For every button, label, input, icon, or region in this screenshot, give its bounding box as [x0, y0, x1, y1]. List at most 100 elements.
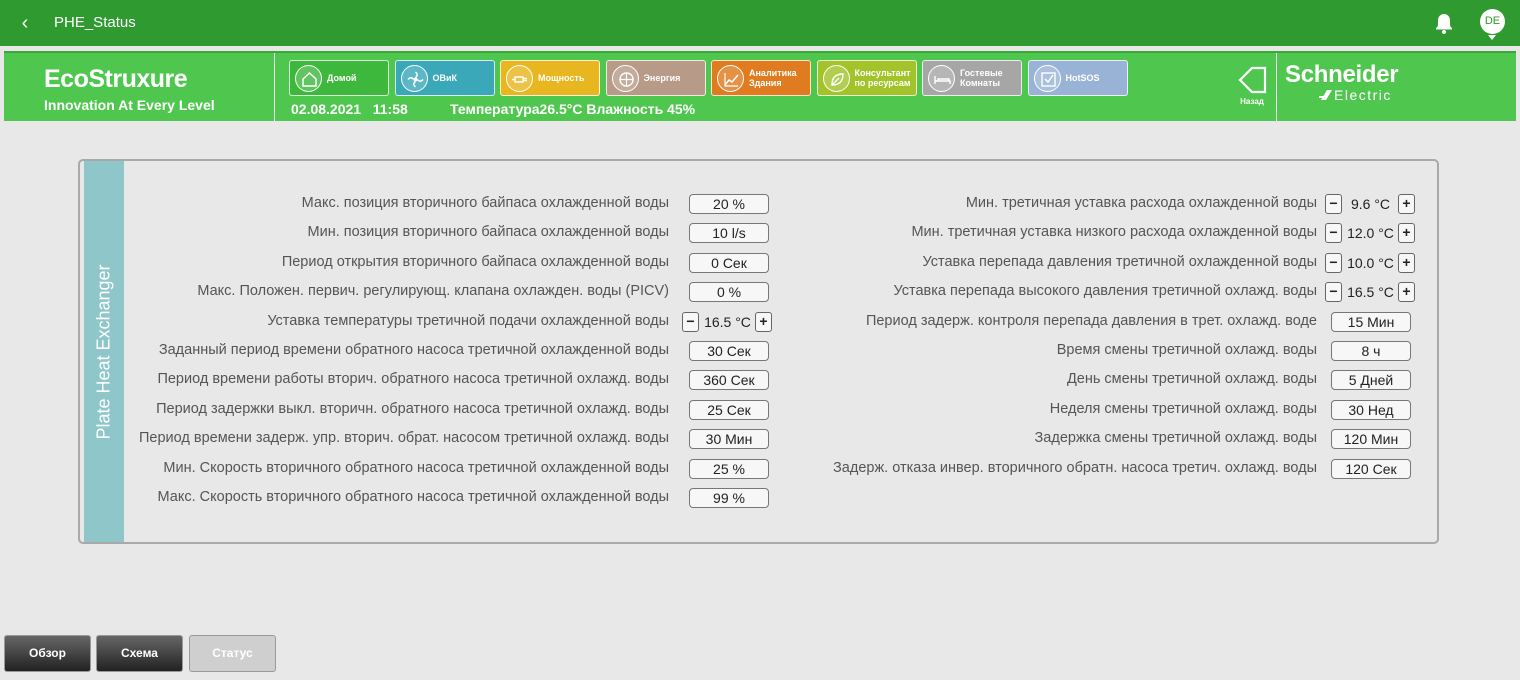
scheme-button[interactable]: Схема: [96, 635, 183, 672]
setpoint-value[interactable]: 16.5 °C: [1345, 282, 1396, 302]
parameter-label: Макс. Положен. первич. регулирующ. клапа…: [197, 283, 669, 300]
parameter-label: Заданный период времени обратного насоса…: [158, 342, 669, 358]
parameter-value[interactable]: 30 Мин: [689, 429, 769, 450]
parameter-value[interactable]: 120 Мин: [1331, 429, 1411, 450]
datetime: 02.08.2021 11:58: [291, 101, 408, 117]
chevron-down-icon[interactable]: [1488, 35, 1496, 40]
parameter-label: Макс. позиция вторичного байпаса охлажде…: [301, 195, 669, 211]
parameter-value[interactable]: 0 %: [689, 282, 769, 303]
status-button[interactable]: Статус: [189, 635, 276, 672]
avatar[interactable]: DE: [1480, 9, 1505, 34]
back-button[interactable]: Назад: [1232, 63, 1272, 109]
decrement-button[interactable]: −: [1325, 252, 1342, 273]
parameter-label: Макс. Скорость вторичного обратного насо…: [157, 489, 669, 505]
page-title: PHE_Status: [54, 14, 136, 31]
nav-tile-analytics[interactable]: Аналитика Здания: [711, 60, 811, 96]
parameter-value[interactable]: 15 Мин: [1331, 311, 1411, 332]
decrement-button[interactable]: −: [1325, 223, 1342, 244]
decrement-button[interactable]: −: [1325, 194, 1342, 214]
parameter-value[interactable]: 30 Сек: [689, 341, 769, 361]
setpoint-value[interactable]: 9.6 °C: [1345, 194, 1396, 214]
parameter-label: Неделя смены третичной охлажд. воды: [1049, 400, 1317, 417]
parameter-label: День смены третичной охлажд. воды: [1066, 371, 1317, 388]
increment-button[interactable]: +: [1398, 282, 1415, 303]
overview-button[interactable]: Обзор: [4, 635, 91, 672]
parameter-label: Период задерж. контроля перепада давлени…: [865, 312, 1317, 329]
increment-button[interactable]: +: [1398, 252, 1415, 273]
divider: [1276, 53, 1277, 121]
date-text: 02.08.2021: [291, 101, 362, 117]
setpoint-stepper: −16.5 °C +: [1325, 282, 1415, 303]
parameter-label: Период времени работы вторич. обратного …: [157, 371, 669, 388]
parameter-label: Задержка смены третичной охлажд. воды: [1034, 430, 1317, 447]
setpoint-value[interactable]: 10.0 °C: [1345, 253, 1396, 273]
parameter-value[interactable]: 10 l/s: [689, 223, 769, 244]
parameter-label: Мин. Скорость вторичного обратного насос…: [163, 459, 669, 476]
nav-tile-label: HotSOS: [1065, 73, 1100, 83]
parameter-value[interactable]: 8 ч: [1331, 341, 1411, 361]
nav-tile-fan[interactable]: ОВиК: [394, 60, 495, 96]
increment-button[interactable]: +: [755, 311, 772, 332]
nav-tile-label: Энергия: [643, 73, 681, 83]
parameter-value[interactable]: 0 Сек: [689, 252, 769, 273]
decrement-button[interactable]: −: [682, 311, 699, 332]
parameter-value[interactable]: 20 %: [689, 194, 769, 214]
back-tag-icon: [1238, 66, 1267, 94]
brand-header: EcoStruxure Innovation At Every Level До…: [4, 51, 1516, 121]
parameter-label: Период открытия вторичного байпаса охлаж…: [281, 253, 669, 270]
nav-tile-label: ОВиК: [432, 73, 458, 83]
nav-tile-energy[interactable]: Энергия: [605, 60, 706, 96]
ecostruxure-tagline: Innovation At Every Level: [44, 97, 215, 113]
panel-title: Plate Heat Exchanger: [93, 264, 114, 440]
parameter-label: Период задержки выкл. вторичн. обратного…: [156, 400, 669, 417]
plug-icon: [506, 65, 533, 92]
leaf-icon: [822, 65, 850, 92]
parameter-value[interactable]: 25 %: [689, 458, 769, 479]
nav-tile-label: Гостевые Комнаты: [960, 68, 1003, 88]
parameter-label: Мин. третичная уставка низкого расхода о…: [911, 224, 1317, 241]
setpoint-value[interactable]: 16.5 °C: [702, 312, 753, 332]
parameter-value[interactable]: 360 Сек: [689, 370, 769, 391]
divider: [274, 53, 275, 121]
time-text: 11:58: [372, 101, 408, 117]
increment-button[interactable]: +: [1398, 194, 1415, 214]
parameter-label: Мин. третичная уставка расхода охлажденн…: [965, 195, 1317, 211]
nav-tile-bed[interactable]: Гостевые Комнаты: [922, 60, 1022, 96]
ecostruxure-logo: EcoStruxure: [44, 65, 188, 93]
schneider-logo: Schneider: [1285, 61, 1399, 88]
checkbox-icon: [1033, 65, 1061, 92]
setpoint-value[interactable]: 12.0 °C: [1345, 223, 1396, 243]
parameter-label: Задерж. отказа инвер. вторичного обратн.…: [833, 459, 1317, 476]
parameter-value[interactable]: 120 Сек: [1331, 458, 1411, 479]
top-app-bar: ‹ PHE_Status DE: [0, 0, 1520, 46]
nav-tile-plug[interactable]: Мощность: [500, 60, 600, 96]
schneider-mark-icon: [1318, 87, 1334, 103]
parameter-value[interactable]: 30 Нед: [1331, 399, 1411, 420]
back-button-label: Назад: [1240, 97, 1264, 106]
setpoint-stepper: −16.5 °C +: [682, 311, 772, 332]
parameter-label: Уставка температуры третичной подачи охл…: [267, 312, 669, 329]
nav-tile-label: Мощность: [538, 73, 585, 83]
bed-icon: [928, 65, 955, 92]
parameter-value[interactable]: 25 Сек: [689, 399, 769, 420]
parameter-label: Уставка перепада давления третичной охла…: [922, 253, 1317, 270]
nav-tile-label: Аналитика Здания: [749, 68, 797, 88]
schneider-electric-text: Electric: [1334, 87, 1392, 103]
parameter-label: Уставка перепада высокого давления трети…: [893, 283, 1318, 300]
nav-tile-leaf[interactable]: Консультант по ресурсам: [816, 60, 917, 96]
nav-tile-home[interactable]: Домой: [289, 60, 389, 96]
setpoint-stepper: −9.6 °C +: [1325, 194, 1415, 214]
increment-button[interactable]: +: [1398, 223, 1415, 244]
nav-tile-checkbox[interactable]: HotSOS: [1027, 60, 1128, 96]
nav-tile-label: Консультант по ресурсам: [854, 68, 911, 88]
parameter-label: Время смены третичной охлажд. воды: [1056, 342, 1317, 358]
back-arrow-icon[interactable]: ‹: [14, 11, 36, 35]
parameter-value[interactable]: 5 Дней: [1331, 370, 1411, 391]
fan-icon: [400, 65, 428, 92]
parameter-label: Мин. позиция вторичного байпаса охлажден…: [307, 224, 669, 241]
parameter-value[interactable]: 99 %: [689, 488, 769, 508]
climate-readout: Температура26.5°C Влажность 45%: [450, 101, 696, 117]
bell-icon[interactable]: [1433, 11, 1455, 35]
decrement-button[interactable]: −: [1325, 282, 1342, 303]
setpoint-stepper: −10.0 °C +: [1325, 252, 1415, 273]
